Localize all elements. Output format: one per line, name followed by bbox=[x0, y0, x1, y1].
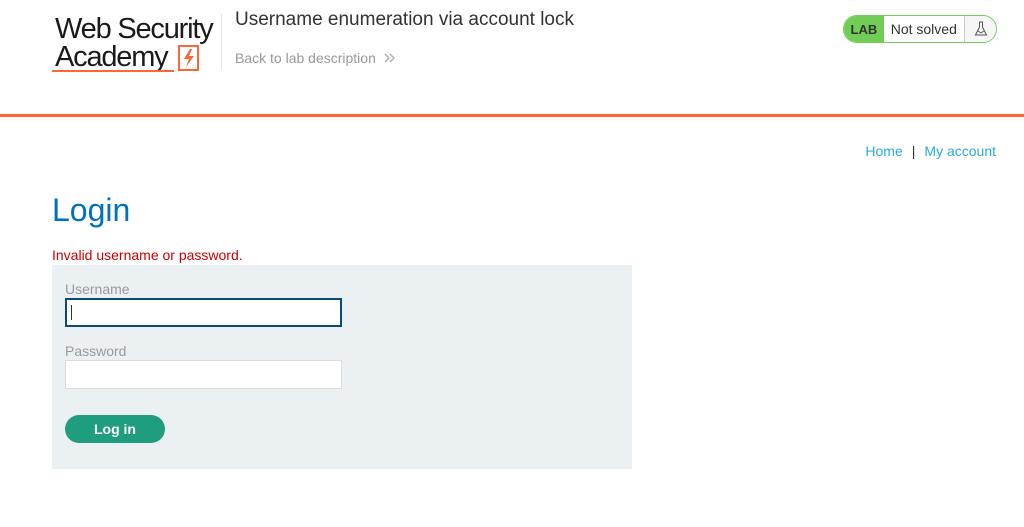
header-accent-line bbox=[0, 114, 1024, 117]
username-input[interactable] bbox=[65, 298, 342, 327]
text-caret bbox=[71, 305, 72, 320]
password-input[interactable] bbox=[65, 360, 342, 389]
username-label: Username bbox=[65, 281, 130, 297]
lab-status-widget: LAB Not solved bbox=[843, 15, 997, 43]
login-button[interactable]: Log in bbox=[65, 415, 165, 443]
logo-text-line1: Web Security bbox=[55, 13, 214, 45]
lab-header: Web Security Academy Username enumeratio… bbox=[0, 0, 1024, 117]
web-security-academy-logo[interactable]: Web Security Academy bbox=[52, 14, 222, 76]
lab-badge: LAB bbox=[844, 16, 884, 42]
logo-text-line2: Academy bbox=[55, 41, 169, 73]
password-label: Password bbox=[65, 343, 127, 359]
back-link-label: Back to lab description bbox=[235, 50, 376, 66]
logo-underline bbox=[52, 70, 174, 72]
lab-title: Username enumeration via account lock bbox=[235, 9, 575, 30]
nav-home-link[interactable]: Home bbox=[865, 143, 902, 159]
nav-separator: | bbox=[911, 143, 916, 159]
login-form: Username Password Log in bbox=[52, 265, 632, 469]
double-chevron-right-icon bbox=[384, 53, 395, 63]
lab-status-icon-cell bbox=[964, 16, 996, 42]
back-to-lab-description-link[interactable]: Back to lab description bbox=[235, 50, 396, 66]
nav-my-account-link[interactable]: My account bbox=[924, 143, 996, 159]
top-navigation: Home | My account bbox=[865, 143, 996, 159]
lightning-bolt-icon bbox=[178, 45, 199, 71]
page-title: Login bbox=[52, 192, 131, 228]
lab-status-text: Not solved bbox=[890, 21, 957, 37]
login-error-message: Invalid username or password. bbox=[52, 247, 243, 263]
flask-icon bbox=[974, 21, 987, 36]
header-divider bbox=[221, 14, 222, 70]
